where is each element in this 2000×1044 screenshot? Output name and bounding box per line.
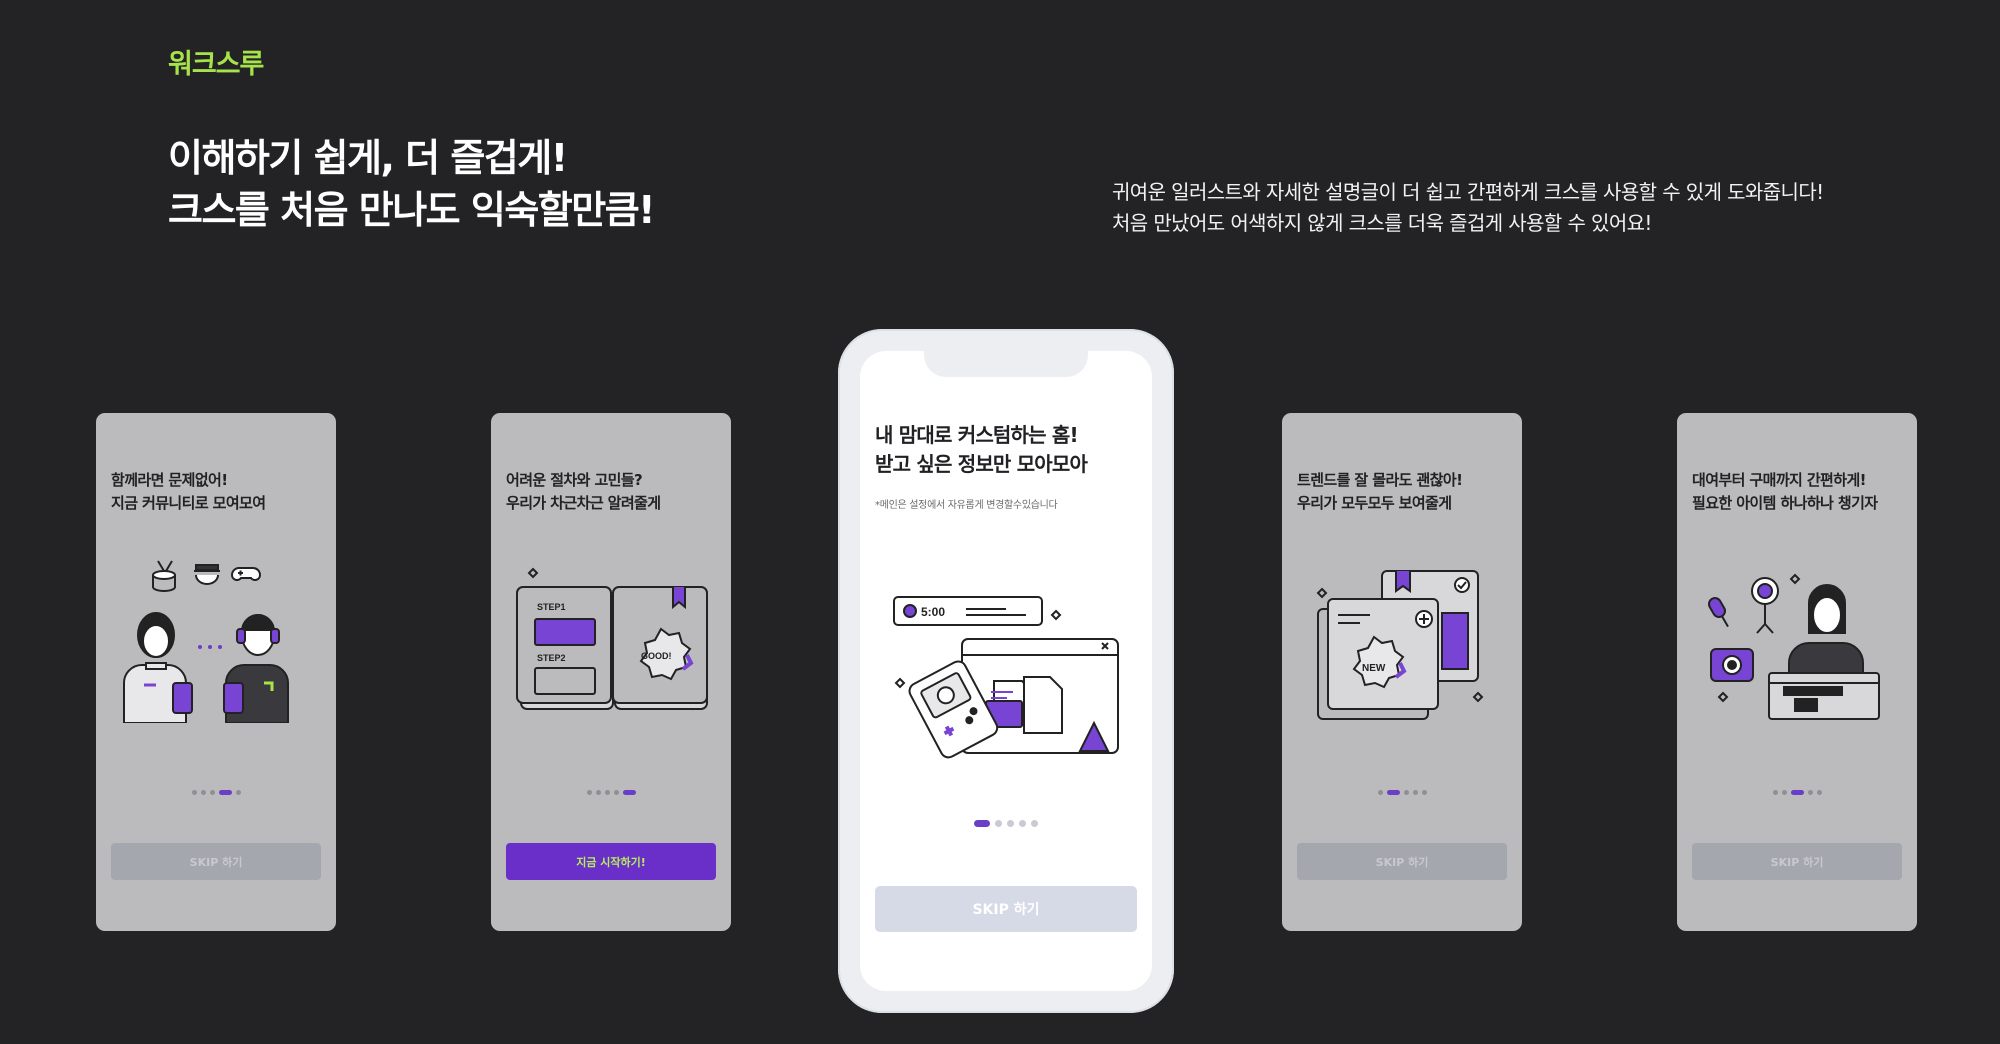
page-dot bbox=[995, 820, 1002, 827]
skip-button[interactable]: SKIP 하기 bbox=[1297, 843, 1507, 880]
page-dot bbox=[604, 790, 610, 795]
check-icon bbox=[1454, 577, 1470, 593]
description: 귀여운 일러스트와 자세한 설명글이 더 쉽고 간편하게 크스를 사용할 수 있… bbox=[1112, 177, 1824, 239]
card-title: 트렌드를 잘 몰라도 괜찮아! 우리가 모두모두 보여줄게 bbox=[1297, 469, 1463, 515]
skip-button[interactable]: SKIP 하기 bbox=[875, 886, 1137, 932]
page-dot-active bbox=[218, 790, 232, 795]
headline-line-1: 이해하기 쉽게, 더 즐겁게! bbox=[168, 136, 568, 180]
dotted-connection bbox=[198, 645, 222, 649]
card-title-line-2: 우리가 차근차근 알려줄게 bbox=[506, 494, 661, 512]
page-dot bbox=[1031, 820, 1038, 827]
onboarding-card-rental: 대여부터 구매까지 간편하게! 필요한 아이템 하나하나 챙기자 SKIP 하기 bbox=[1677, 413, 1917, 931]
sparkle-icon bbox=[1717, 691, 1729, 703]
page-dot-active bbox=[1386, 790, 1400, 795]
camera-icon bbox=[1710, 648, 1754, 682]
page-dot bbox=[1421, 790, 1427, 795]
step2-label: STEP2 bbox=[537, 653, 566, 663]
page-dot bbox=[1007, 820, 1014, 827]
page-dot bbox=[1377, 790, 1383, 795]
page-dot bbox=[1816, 790, 1822, 795]
page-dot-active bbox=[622, 790, 636, 795]
phone-note: *메인은 설정에서 자유롭게 변경할수있습니다 bbox=[875, 500, 1058, 511]
page-dot bbox=[613, 790, 619, 795]
description-line-2: 처음 만났어도 어색하지 않게 크스를 더욱 즐겁게 사용할 수 있어요! bbox=[1112, 211, 1652, 235]
page-dot bbox=[1772, 790, 1778, 795]
card-title-line-2: 지금 커뮤니티로 모여모여 bbox=[111, 494, 266, 512]
pagination-dots bbox=[860, 820, 1152, 827]
card-title-line-1: 대여부터 구매까지 간편하게! bbox=[1692, 471, 1866, 489]
phone-title-line-1: 내 맘대로 커스텀하는 홈! bbox=[875, 423, 1079, 447]
description-line-1: 귀여운 일러스트와 자세한 설명글이 더 쉽고 간편하게 크스를 사용할 수 있… bbox=[1112, 180, 1824, 204]
card-title-line-2: 필요한 아이템 하나하나 챙기자 bbox=[1692, 494, 1878, 512]
sparkle-icon bbox=[1472, 691, 1484, 703]
card-title-line-2: 우리가 모두모두 보여줄게 bbox=[1297, 494, 1452, 512]
onboarding-card-trends: 트렌드를 잘 몰라도 괜찮아! 우리가 모두모두 보여줄게 NEW SKIP 하… bbox=[1282, 413, 1522, 931]
card-title: 대여부터 구매까지 간편하게! 필요한 아이템 하나하나 챙기자 bbox=[1692, 469, 1878, 515]
pagination-dots bbox=[96, 790, 336, 795]
page-dot-active bbox=[974, 820, 990, 827]
page-dot bbox=[209, 790, 215, 795]
skip-button[interactable]: SKIP 하기 bbox=[111, 843, 321, 880]
page-dot bbox=[595, 790, 601, 795]
sparkle-icon bbox=[1050, 609, 1062, 621]
gamepad-icon bbox=[230, 567, 262, 581]
phone-notch bbox=[924, 351, 1088, 377]
page-dot bbox=[1412, 790, 1418, 795]
brand-logo: 워크스루 bbox=[168, 49, 264, 80]
bowl-icon bbox=[194, 564, 220, 585]
drum-icon bbox=[152, 560, 176, 592]
skip-button[interactable]: SKIP 하기 bbox=[1692, 843, 1902, 880]
start-now-button[interactable]: 지금 시작하기! bbox=[506, 843, 716, 880]
page-dot bbox=[1781, 790, 1787, 795]
timer-label: 5:00 bbox=[921, 605, 945, 619]
new-badge-label: NEW bbox=[1362, 663, 1386, 674]
microphone-icon bbox=[1708, 597, 1729, 628]
page-dot bbox=[235, 790, 241, 795]
page-dot bbox=[191, 790, 197, 795]
good-badge-label: GOOD! bbox=[641, 651, 672, 661]
trends-illustration: NEW bbox=[1316, 570, 1484, 720]
headline-line-2: 크스를 처음 만나도 익숙할만큼! bbox=[168, 188, 656, 232]
card-title: 어려운 절차와 고민들? 우리가 차근차근 알려줄게 bbox=[506, 469, 661, 515]
page-dot bbox=[1019, 820, 1026, 827]
sparkle-icon bbox=[527, 567, 539, 579]
phone-title: 내 맘대로 커스텀하는 홈! 받고 싶은 정보만 모아모아 bbox=[875, 421, 1088, 479]
card-title-line-1: 트렌드를 잘 몰라도 괜찮아! bbox=[1297, 471, 1463, 489]
step1-label: STEP1 bbox=[537, 602, 566, 612]
phone-title-line-2: 받고 싶은 정보만 모아모아 bbox=[875, 452, 1088, 476]
rental-illustration bbox=[1708, 573, 1880, 720]
pagination-dots bbox=[1677, 790, 1917, 795]
phone-mockup: 내 맘대로 커스텀하는 홈! 받고 싶은 정보만 모아모아 *메인은 설정에서 … bbox=[838, 329, 1174, 1013]
headline: 이해하기 쉽게, 더 즐겁게! 크스를 처음 만나도 익숙할만큼! bbox=[168, 132, 656, 236]
onboarding-card-steps: 어려운 절차와 고민들? 우리가 차근차근 알려줄게 STEP1 STEP2 G… bbox=[491, 413, 731, 931]
page-dot-active bbox=[1790, 790, 1804, 795]
community-illustration bbox=[123, 560, 289, 723]
sparkle-icon bbox=[894, 677, 906, 689]
pagination-dots bbox=[491, 790, 731, 795]
onboarding-card-community: 함께라면 문제없어! 지금 커뮤니티로 모여모여 SKIP 하기 bbox=[96, 413, 336, 931]
page-dot bbox=[586, 790, 592, 795]
steps-guide-illustration: STEP1 STEP2 GOOD! bbox=[516, 567, 708, 711]
card-title-line-1: 함께라면 문제없어! bbox=[111, 471, 228, 489]
page-dot bbox=[1403, 790, 1409, 795]
person-left-figure bbox=[123, 612, 193, 723]
page-dot bbox=[200, 790, 206, 795]
custom-home-illustration: 5:00 bbox=[893, 596, 1119, 759]
pagination-dots bbox=[1282, 790, 1522, 795]
person-with-box-figure bbox=[1768, 584, 1880, 720]
phone-screen: 내 맘대로 커스텀하는 홈! 받고 싶은 정보만 모아모아 *메인은 설정에서 … bbox=[860, 351, 1152, 991]
page-dot bbox=[1807, 790, 1813, 795]
person-right-figure bbox=[223, 614, 289, 723]
sparkle-icon bbox=[1316, 587, 1328, 599]
ring-light-icon bbox=[1751, 577, 1779, 634]
card-title-line-1: 어려운 절차와 고민들? bbox=[506, 471, 643, 489]
sparkle-icon bbox=[1789, 573, 1801, 585]
card-title: 함께라면 문제없어! 지금 커뮤니티로 모여모여 bbox=[111, 469, 266, 515]
